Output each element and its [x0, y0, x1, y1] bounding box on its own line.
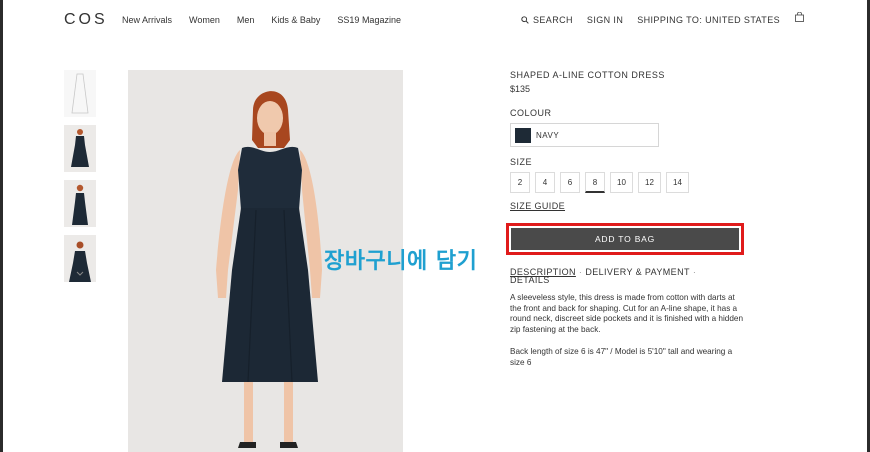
shipping-label: SHIPPING TO:	[637, 15, 703, 25]
size-option-6[interactable]: 6	[560, 172, 580, 193]
shipping-country: UNITED STATES	[705, 15, 780, 25]
tab-separator: ·	[578, 267, 583, 277]
size-option-2[interactable]: 2	[510, 172, 530, 193]
product-tabs: DESCRIPTION · DELIVERY & PAYMENT · DETAILS	[510, 267, 710, 285]
thumbnail-1[interactable]	[64, 70, 96, 117]
product-info: SHAPED A-LINE COTTON DRESS $135	[510, 70, 750, 94]
chevron-down-icon[interactable]	[76, 271, 84, 277]
utility-nav: SEARCH SIGN IN SHIPPING TO: UNITED STATE…	[521, 15, 780, 25]
tab-separator: ·	[692, 267, 697, 277]
product-title: SHAPED A-LINE COTTON DRESS	[510, 70, 665, 80]
nav-new-arrivals[interactable]: New Arrivals	[122, 15, 172, 25]
thumbnail-2[interactable]	[64, 125, 96, 172]
thumbnail-gallery	[64, 70, 96, 290]
colour-swatch	[515, 127, 531, 143]
site-logo[interactable]: COS	[64, 11, 108, 29]
product-price: $135	[510, 84, 531, 94]
window-border-left	[0, 0, 3, 452]
size-option-12[interactable]: 12	[638, 172, 661, 193]
tab-details[interactable]: DETAILS	[510, 275, 550, 285]
size-option-14[interactable]: 14	[666, 172, 689, 193]
add-to-bag-button[interactable]: ADD TO BAG	[511, 228, 739, 250]
add-to-bag-highlight: ADD TO BAG	[506, 223, 744, 255]
main-nav: New Arrivals Women Men Kids & Baby SS19 …	[122, 15, 401, 25]
product-description: A sleeveless style, this dress is made f…	[510, 293, 744, 334]
colour-selector[interactable]: NAVY	[510, 123, 659, 147]
size-option-10[interactable]: 10	[610, 172, 633, 193]
shipping-selector[interactable]: SHIPPING TO: UNITED STATES	[637, 15, 780, 25]
sign-in-link[interactable]: SIGN IN	[587, 15, 623, 25]
nav-kids-baby[interactable]: Kids & Baby	[271, 15, 320, 25]
thumbnail-model-side-image	[72, 184, 88, 225]
nav-magazine[interactable]: SS19 Magazine	[337, 15, 401, 25]
nav-men[interactable]: Men	[237, 15, 255, 25]
search-icon	[521, 16, 529, 24]
thumbnail-3[interactable]	[64, 180, 96, 227]
search-label: SEARCH	[533, 15, 573, 25]
nav-women[interactable]: Women	[189, 15, 220, 25]
product-measurements: Back length of size 6 is 47" / Model is …	[510, 347, 733, 367]
colour-value: NAVY	[536, 130, 560, 140]
thumbnail-dress-flat-image	[71, 73, 89, 114]
search-button[interactable]: SEARCH	[521, 15, 573, 25]
size-selector: 2 4 6 8 10 12 14	[510, 172, 689, 193]
size-option-8-selected[interactable]: 8	[585, 172, 605, 193]
size-label: SIZE	[510, 157, 533, 167]
annotation-add-to-cart: 장바구니에 담기	[324, 249, 478, 274]
shopping-bag-icon[interactable]	[795, 12, 804, 22]
colour-label: COLOUR	[510, 108, 552, 118]
thumbnail-model-front-image	[71, 129, 89, 167]
tab-delivery-payment[interactable]: DELIVERY & PAYMENT	[585, 267, 690, 277]
size-option-4[interactable]: 4	[535, 172, 555, 193]
size-guide-link[interactable]: SIZE GUIDE	[510, 201, 565, 211]
